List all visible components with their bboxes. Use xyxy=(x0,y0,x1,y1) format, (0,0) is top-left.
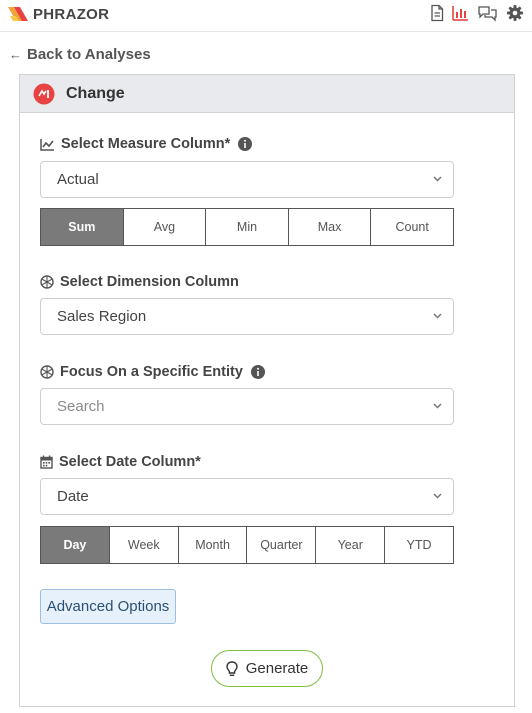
granularity-month-button[interactable]: Month xyxy=(177,527,247,563)
aggregation-max-button[interactable]: Max xyxy=(287,209,371,245)
aggregation-avg-button[interactable]: Avg xyxy=(122,209,206,245)
entity-search-select[interactable]: Search xyxy=(40,388,454,425)
dimension-label: Select Dimension Column xyxy=(40,272,239,292)
analysis-card: Change Select Measure Column* Actual Sum… xyxy=(19,74,515,707)
dimension-icon xyxy=(40,275,54,289)
card-header: Change xyxy=(20,75,514,113)
bar-chart-icon[interactable] xyxy=(451,4,469,22)
back-to-analyses-link[interactable]: ← Back to Analyses xyxy=(9,44,151,64)
change-icon xyxy=(33,83,55,105)
chevron-down-icon xyxy=(433,493,442,499)
measure-select[interactable]: Actual xyxy=(40,161,454,198)
granularity-selector: Day Week Month Quarter Year YTD xyxy=(40,526,454,564)
back-label: Back to Analyses xyxy=(27,45,151,63)
top-bar: PHRAZOR xyxy=(0,0,532,32)
date-label-text: Select Date Column* xyxy=(59,454,201,470)
granularity-day-button[interactable]: Day xyxy=(41,527,109,563)
focus-label: Focus On a Specific Entity xyxy=(40,362,271,382)
granularity-year-button[interactable]: Year xyxy=(315,527,385,563)
gear-icon[interactable] xyxy=(506,4,524,22)
advanced-options-button[interactable]: Advanced Options xyxy=(40,589,176,624)
aggregation-count-button[interactable]: Count xyxy=(370,209,453,245)
measure-select-value: Actual xyxy=(57,171,99,188)
dimension-select[interactable]: Sales Region xyxy=(40,298,454,335)
date-label: Select Date Column* xyxy=(40,452,201,472)
info-icon[interactable] xyxy=(238,137,253,151)
chevron-down-icon xyxy=(433,403,442,409)
measure-label-text: Select Measure Column* xyxy=(61,136,231,152)
dimension-select-value: Sales Region xyxy=(57,308,147,325)
aggregation-min-button[interactable]: Min xyxy=(205,209,288,245)
generate-label: Generate xyxy=(245,660,309,677)
granularity-ytd-button[interactable]: YTD xyxy=(384,527,453,563)
info-icon[interactable] xyxy=(250,365,265,379)
aggregation-selector: Sum Avg Min Max Count xyxy=(40,208,454,246)
lightbulb-icon xyxy=(226,660,238,676)
focus-label-text: Focus On a Specific Entity xyxy=(60,364,243,380)
granularity-quarter-button[interactable]: Quarter xyxy=(246,527,316,563)
line-chart-icon xyxy=(40,138,54,151)
date-select[interactable]: Date xyxy=(40,478,454,515)
measure-label: Select Measure Column* xyxy=(40,134,258,154)
chat-icon[interactable] xyxy=(477,4,498,22)
granularity-week-button[interactable]: Week xyxy=(108,527,178,563)
dimension-label-text: Select Dimension Column xyxy=(60,274,239,290)
chevron-down-icon xyxy=(433,313,442,319)
aggregation-sum-button[interactable]: Sum xyxy=(41,209,123,245)
arrow-left-icon: ← xyxy=(9,46,22,62)
calendar-icon xyxy=(40,455,53,469)
document-icon[interactable] xyxy=(428,4,446,22)
brand-name: PHRAZOR xyxy=(33,6,110,23)
dimension-icon xyxy=(40,365,54,379)
chevron-down-icon xyxy=(433,176,442,182)
entity-search-placeholder: Search xyxy=(57,398,105,415)
phrazor-logo-icon xyxy=(8,7,28,21)
generate-button[interactable]: Generate xyxy=(211,650,323,687)
date-select-value: Date xyxy=(57,488,89,505)
card-title: Change xyxy=(66,85,125,102)
